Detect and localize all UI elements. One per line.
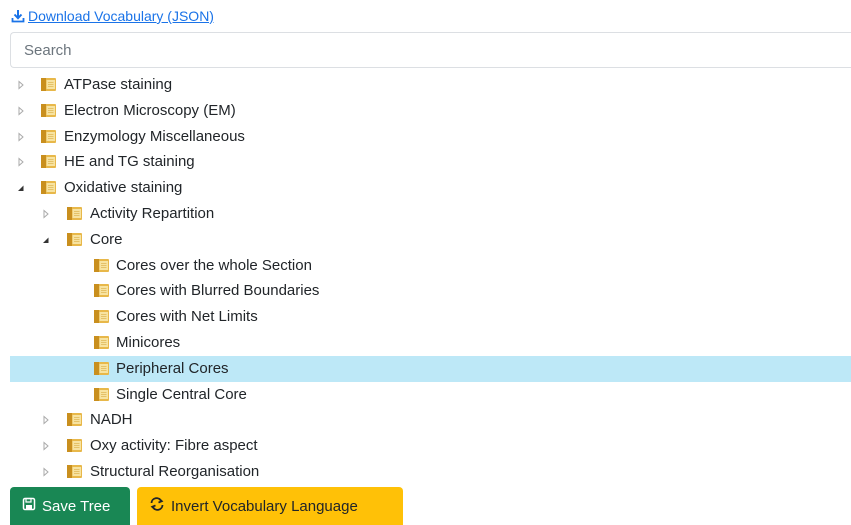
tree-node[interactable]: Minicores (0, 330, 851, 356)
caret-right-icon[interactable] (15, 105, 27, 117)
tree-node-label[interactable]: Core (90, 227, 123, 253)
tree-node-label[interactable]: NADH (90, 407, 133, 433)
tree-node-label[interactable]: Cores with Blurred Boundaries (116, 278, 319, 304)
tree-node[interactable]: Structural Reorganisation (0, 459, 851, 485)
invert-language-label: Invert Vocabulary Language (171, 497, 358, 515)
save-tree-button[interactable]: Save Tree (10, 487, 130, 525)
folder-icon (93, 283, 110, 298)
tree-node-label[interactable]: Enzymology Miscellaneous (64, 124, 245, 150)
caret-right-icon[interactable] (40, 414, 52, 426)
tree-node-label[interactable]: Oxidative staining (64, 175, 182, 201)
folder-icon (93, 361, 110, 376)
folder-icon (66, 438, 83, 453)
caret-right-icon[interactable] (40, 440, 52, 452)
caret-down-icon[interactable] (40, 234, 52, 246)
tree-node[interactable]: Peripheral Cores (10, 356, 851, 382)
tree-node[interactable]: Oxy activity: Fibre aspect (0, 433, 851, 459)
download-link-label: Download Vocabulary (JSON) (28, 8, 214, 24)
tree-node[interactable]: Electron Microscopy (EM) (0, 98, 851, 124)
tree-node[interactable]: Activity Repartition (0, 201, 851, 227)
folder-icon (93, 335, 110, 350)
tree-node[interactable]: Cores with Blurred Boundaries (0, 278, 851, 304)
tree-node-label[interactable]: Cores over the whole Section (116, 253, 312, 279)
tree-node-label[interactable]: Single Central Core (116, 382, 247, 408)
tree-node[interactable]: HE and TG staining (0, 149, 851, 175)
save-tree-label: Save Tree (42, 497, 111, 515)
tree-node[interactable]: Single Central Core (0, 382, 851, 408)
folder-icon (40, 180, 57, 195)
caret-right-icon[interactable] (15, 79, 27, 91)
download-vocabulary-link[interactable]: Download Vocabulary (JSON) (11, 8, 214, 24)
tree-node[interactable]: Cores with Net Limits (0, 304, 851, 330)
tree-node-label[interactable]: ATPase staining (64, 72, 172, 98)
folder-icon (93, 387, 110, 402)
tree-node[interactable]: Enzymology Miscellaneous (0, 124, 851, 150)
folder-icon (66, 464, 83, 479)
tree-node-label[interactable]: Oxy activity: Fibre aspect (90, 433, 258, 459)
folder-icon (40, 103, 57, 118)
tree-node-label[interactable]: Activity Repartition (90, 201, 214, 227)
tree-node-label[interactable]: Cores with Net Limits (116, 304, 258, 330)
caret-right-icon[interactable] (40, 466, 52, 478)
tree-node-label[interactable]: Electron Microscopy (EM) (64, 98, 236, 124)
folder-icon (66, 206, 83, 221)
download-icon (11, 9, 25, 23)
folder-icon (40, 129, 57, 144)
folder-icon (93, 309, 110, 324)
floppy-disk-icon (22, 497, 36, 515)
caret-right-icon[interactable] (40, 208, 52, 220)
folder-icon (93, 258, 110, 273)
folder-icon (40, 77, 57, 92)
folder-icon (66, 232, 83, 247)
tree-node[interactable]: Cores over the whole Section (0, 253, 851, 279)
folder-icon (40, 154, 57, 169)
caret-right-icon[interactable] (15, 131, 27, 143)
caret-down-icon[interactable] (15, 182, 27, 194)
search-input[interactable] (10, 32, 851, 68)
tree-node-label[interactable]: HE and TG staining (64, 149, 195, 175)
tree-node[interactable]: ATPase staining (0, 72, 851, 98)
tree-node-label[interactable]: Peripheral Cores (116, 356, 229, 382)
invert-language-button[interactable]: Invert Vocabulary Language (137, 487, 403, 525)
tree-node[interactable]: NADH (0, 407, 851, 433)
tree-node[interactable]: Core (0, 227, 851, 253)
swap-arrows-icon (149, 496, 165, 516)
tree-node-label[interactable]: Structural Reorganisation (90, 459, 259, 485)
caret-right-icon[interactable] (15, 156, 27, 168)
folder-icon (66, 412, 83, 427)
tree-node[interactable]: Oxidative staining (0, 175, 851, 201)
tree-node-label[interactable]: Minicores (116, 330, 180, 356)
